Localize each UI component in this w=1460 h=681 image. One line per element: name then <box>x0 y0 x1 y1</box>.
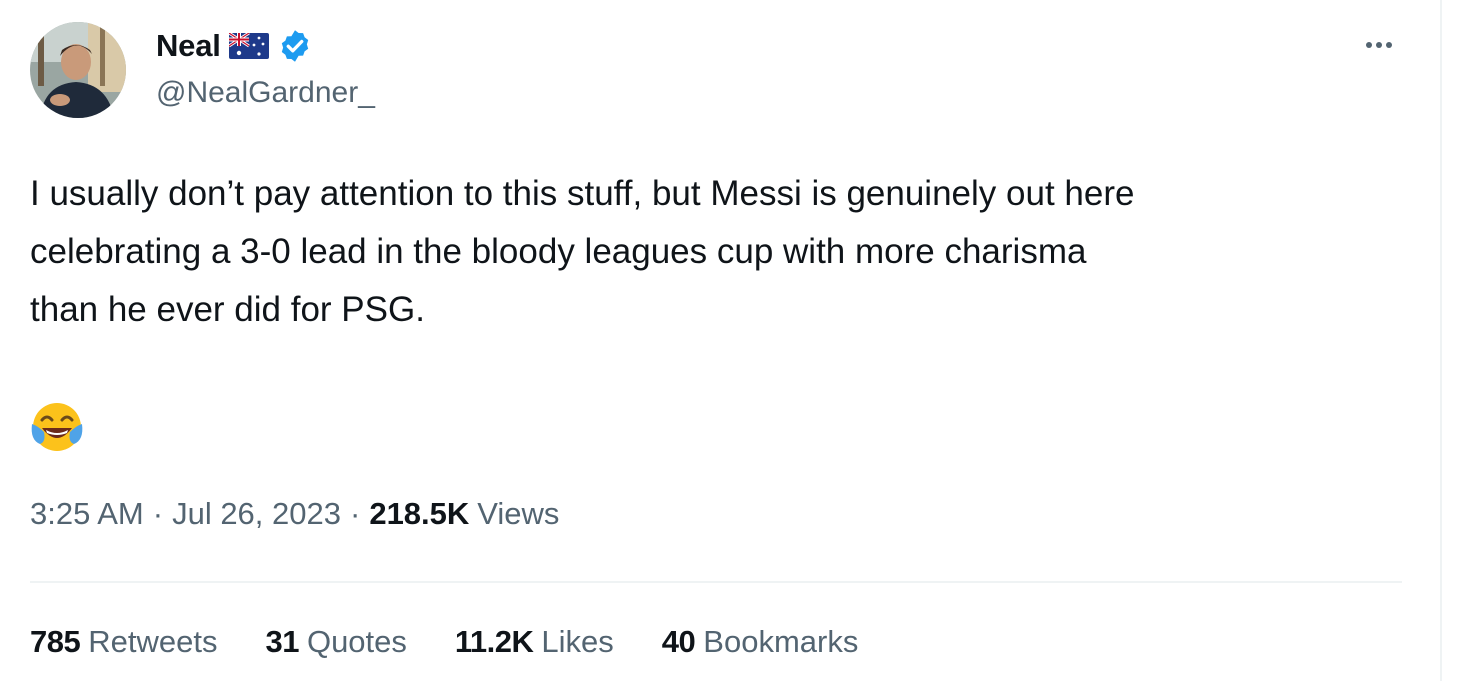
author-handle[interactable]: @NealGardner_ <box>156 76 375 110</box>
likes-count: 11.2K <box>454 624 534 659</box>
engagement-stats: 785 Retweets 31 Quotes 11.2K Likes 40 Bo… <box>30 624 906 660</box>
divider <box>30 581 1402 583</box>
tweet-text-line: than he ever did for PSG. <box>30 290 425 329</box>
australia-flag-icon <box>228 33 269 59</box>
column-border <box>1440 0 1442 681</box>
tweet-detail: Neal @NealGardner_ I usually don’t pay a… <box>0 0 1440 681</box>
tweet-text: I usually don’t pay attention to this st… <box>30 165 1430 339</box>
tweet-meta: 3:25 AM · Jul 26, 2023 · 218.5K Views <box>30 496 559 532</box>
bookmarks-stat[interactable]: 40 Bookmarks <box>662 624 859 660</box>
views-count: 218.5K <box>369 496 470 531</box>
likes-stat[interactable]: 11.2K Likes <box>455 624 614 660</box>
verified-badge-icon[interactable] <box>277 28 313 64</box>
tweet-text-line: celebrating a 3-0 lead in the bloody lea… <box>30 232 1087 271</box>
likes-label: Likes <box>541 624 614 659</box>
quotes-label: Quotes <box>306 624 407 659</box>
more-dot <box>1386 42 1392 48</box>
tweet-text-line: I usually don’t pay attention to this st… <box>30 174 1135 213</box>
bookmarks-count: 40 <box>661 624 696 659</box>
more-dot <box>1366 42 1372 48</box>
retweets-stat[interactable]: 785 Retweets <box>30 624 217 660</box>
face-with-tears-of-joy-icon <box>30 400 84 454</box>
retweets-label: Retweets <box>88 624 218 659</box>
author-avatar[interactable] <box>30 22 126 118</box>
more-dot <box>1376 42 1382 48</box>
author-name-row: Neal <box>156 26 313 66</box>
retweets-count: 785 <box>30 624 81 659</box>
quotes-stat[interactable]: 31 Quotes <box>265 624 406 660</box>
author-display-name[interactable]: Neal <box>156 28 221 64</box>
meta-separator: · <box>350 496 361 531</box>
bookmarks-label: Bookmarks <box>703 624 859 659</box>
tweet-time[interactable]: 3:25 AM <box>30 496 144 532</box>
more-options-icon[interactable] <box>1356 30 1402 60</box>
quotes-count: 31 <box>265 624 299 659</box>
meta-separator: · <box>152 496 164 531</box>
tweet-date[interactable]: Jul 26, 2023 <box>172 496 341 532</box>
views-label: Views <box>477 496 560 531</box>
